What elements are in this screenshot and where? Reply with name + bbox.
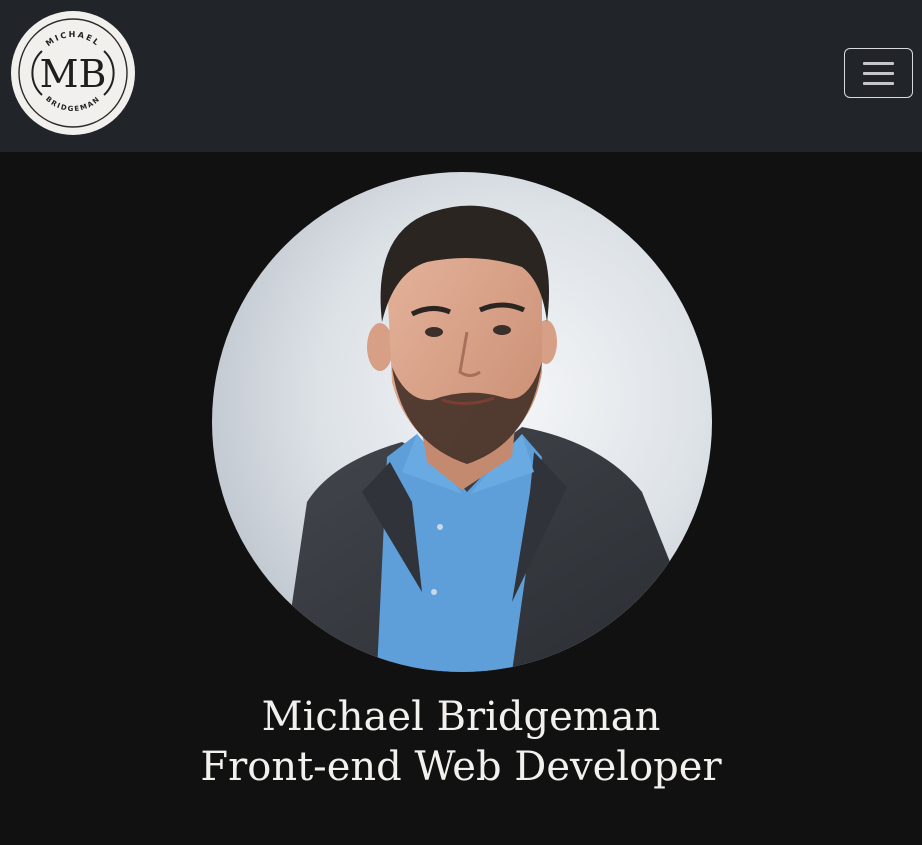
hero-section: Michael Bridgeman Front-end Web Develope… (0, 152, 922, 845)
job-title: Front-end Web Developer (200, 744, 722, 790)
logo-emblem: MICHAEL BRIDGEMAN MB (13, 13, 133, 133)
profile-photo (212, 172, 712, 672)
person-name: Michael Bridgeman (261, 694, 661, 740)
site-logo[interactable]: MICHAEL BRIDGEMAN MB (11, 11, 135, 135)
menu-toggle-button[interactable] (844, 48, 913, 98)
hero-heading: Michael Bridgeman Front-end Web Develope… (0, 692, 922, 792)
navbar: MICHAEL BRIDGEMAN MB (0, 0, 922, 152)
logo-initials: MB (40, 52, 107, 96)
